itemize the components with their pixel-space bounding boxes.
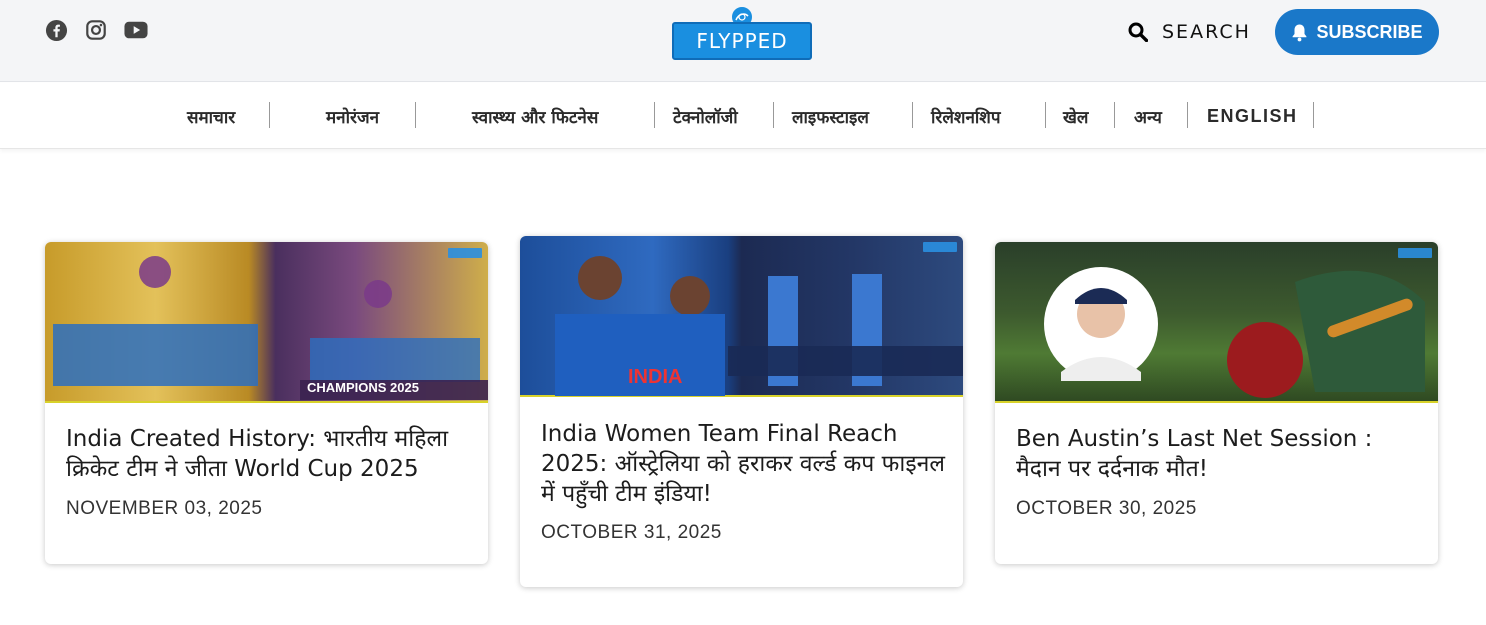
article-title[interactable]: India Created History: भारतीय महिला क्रि… (66, 424, 472, 484)
instagram-icon[interactable] (84, 18, 108, 42)
article-card[interactable]: INDIA India Women Team Final Reach 2025:… (520, 236, 963, 587)
nav-divider (1045, 102, 1046, 128)
bell-icon (1293, 24, 1307, 41)
nav-divider (269, 102, 270, 128)
article-image: INDIA (520, 236, 963, 397)
nav-item-relationship[interactable]: रिलेशनशिप (931, 103, 1001, 129)
logo-text: FLYPPED (672, 22, 812, 60)
subscribe-button[interactable]: SUBSCRIBE (1275, 9, 1439, 55)
nav-divider (1114, 102, 1115, 128)
nav-item-lifestyle[interactable]: लाइफस्टाइल (792, 103, 869, 129)
article-card[interactable]: CHAMPIONS 2025 India Created History: भा… (45, 242, 488, 564)
article-date: OCTOBER 30, 2025 (1016, 498, 1197, 519)
nav-divider (1187, 102, 1188, 128)
nav-item-technology[interactable]: टेक्नोलॉजी (673, 103, 738, 129)
article-card[interactable]: Ben Austin’s Last Net Session : मैदान पर… (995, 242, 1438, 564)
subscribe-label: SUBSCRIBE (1316, 21, 1423, 42)
nav-divider (773, 102, 774, 128)
watermark-logo (448, 248, 482, 258)
search-label: SEARCH (1162, 21, 1251, 43)
nav-item-health-fitness[interactable]: स्वास्थ्य और फिटनेस (472, 103, 598, 129)
social-links (44, 18, 148, 42)
top-header: FLYPPED SEARCH SUBSCRIBE (0, 0, 1486, 82)
article-image (995, 242, 1438, 403)
search-button[interactable]: SEARCH (1128, 20, 1251, 44)
facebook-icon[interactable] (44, 18, 68, 42)
article-date: NOVEMBER 03, 2025 (66, 498, 263, 519)
main-nav: समाचार मनोरंजन स्वास्थ्य और फिटनेस टेक्न… (0, 83, 1486, 149)
site-logo[interactable]: FLYPPED (672, 4, 812, 61)
youtube-icon[interactable] (124, 18, 148, 42)
search-icon (1128, 22, 1148, 42)
image-caption: INDIA (628, 366, 683, 388)
article-title[interactable]: India Women Team Final Reach 2025: ऑस्ट्… (541, 419, 947, 509)
nav-item-english[interactable]: ENGLISH (1207, 103, 1298, 129)
nav-item-news[interactable]: समाचार (187, 103, 235, 129)
nav-divider (912, 102, 913, 128)
nav-item-other[interactable]: अन्य (1134, 103, 1162, 129)
watermark-logo (923, 242, 957, 252)
nav-item-sports[interactable]: खेल (1063, 103, 1088, 129)
article-date: OCTOBER 31, 2025 (541, 522, 722, 543)
nav-divider (1313, 102, 1314, 128)
nav-divider (654, 102, 655, 128)
article-image: CHAMPIONS 2025 (45, 242, 488, 403)
article-title[interactable]: Ben Austin’s Last Net Session : मैदान पर… (1016, 424, 1422, 484)
nav-item-entertainment[interactable]: मनोरंजन (326, 103, 379, 129)
image-caption: CHAMPIONS 2025 (307, 380, 419, 395)
watermark-logo (1398, 248, 1432, 258)
nav-divider (415, 102, 416, 128)
